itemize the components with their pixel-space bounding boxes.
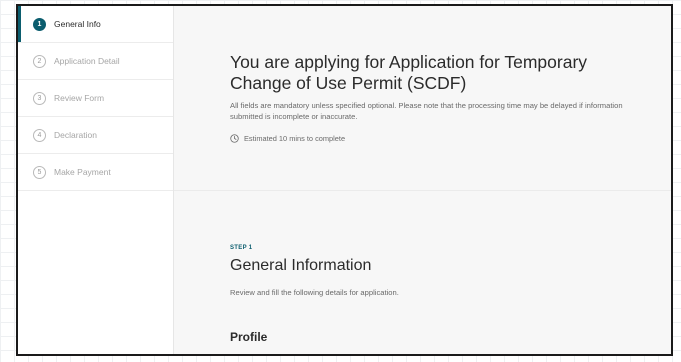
general-information-section: STEP 1 General Information Review and fi…	[174, 191, 671, 344]
main-content: You are applying for Application for Tem…	[174, 6, 671, 354]
time-estimate: Estimated 10 mins to complete	[230, 134, 651, 143]
step-tag: STEP 1	[230, 245, 253, 251]
stepper-sidebar: 1 General Info 2 Application Detail 3 Re…	[18, 6, 174, 354]
step-review-form[interactable]: 3 Review Form	[18, 80, 173, 117]
step-application-detail[interactable]: 2 Application Detail	[18, 43, 173, 80]
section-title: General Information	[230, 257, 372, 274]
step-label: General Info	[54, 19, 101, 29]
profile-heading: Profile	[230, 330, 268, 345]
clock-icon	[230, 134, 239, 143]
step-label: Application Detail	[54, 56, 120, 66]
application-header: You are applying for Application for Tem…	[174, 6, 671, 191]
step-declaration[interactable]: 4 Declaration	[18, 117, 173, 154]
section-description: Review and fill the following details fo…	[230, 288, 399, 298]
instructions-text: All fields are mandatory unless specifie…	[230, 101, 623, 121]
step-number-badge: 5	[33, 165, 46, 179]
step-general-info[interactable]: 1 General Info	[18, 6, 173, 43]
step-number-badge: 1	[33, 17, 46, 31]
step-label: Declaration	[54, 130, 97, 140]
time-estimate-text: Estimated 10 mins to complete	[244, 134, 346, 143]
step-make-payment[interactable]: 5 Make Payment	[18, 154, 173, 191]
page-title: You are applying for Application for Tem…	[230, 52, 588, 93]
application-window: 1 General Info 2 Application Detail 3 Re…	[16, 4, 673, 356]
step-number-badge: 3	[33, 91, 46, 105]
step-label: Review Form	[54, 93, 105, 103]
step-label: Make Payment	[54, 167, 111, 177]
step-number-badge: 4	[33, 128, 46, 142]
step-number-badge: 2	[33, 54, 46, 68]
